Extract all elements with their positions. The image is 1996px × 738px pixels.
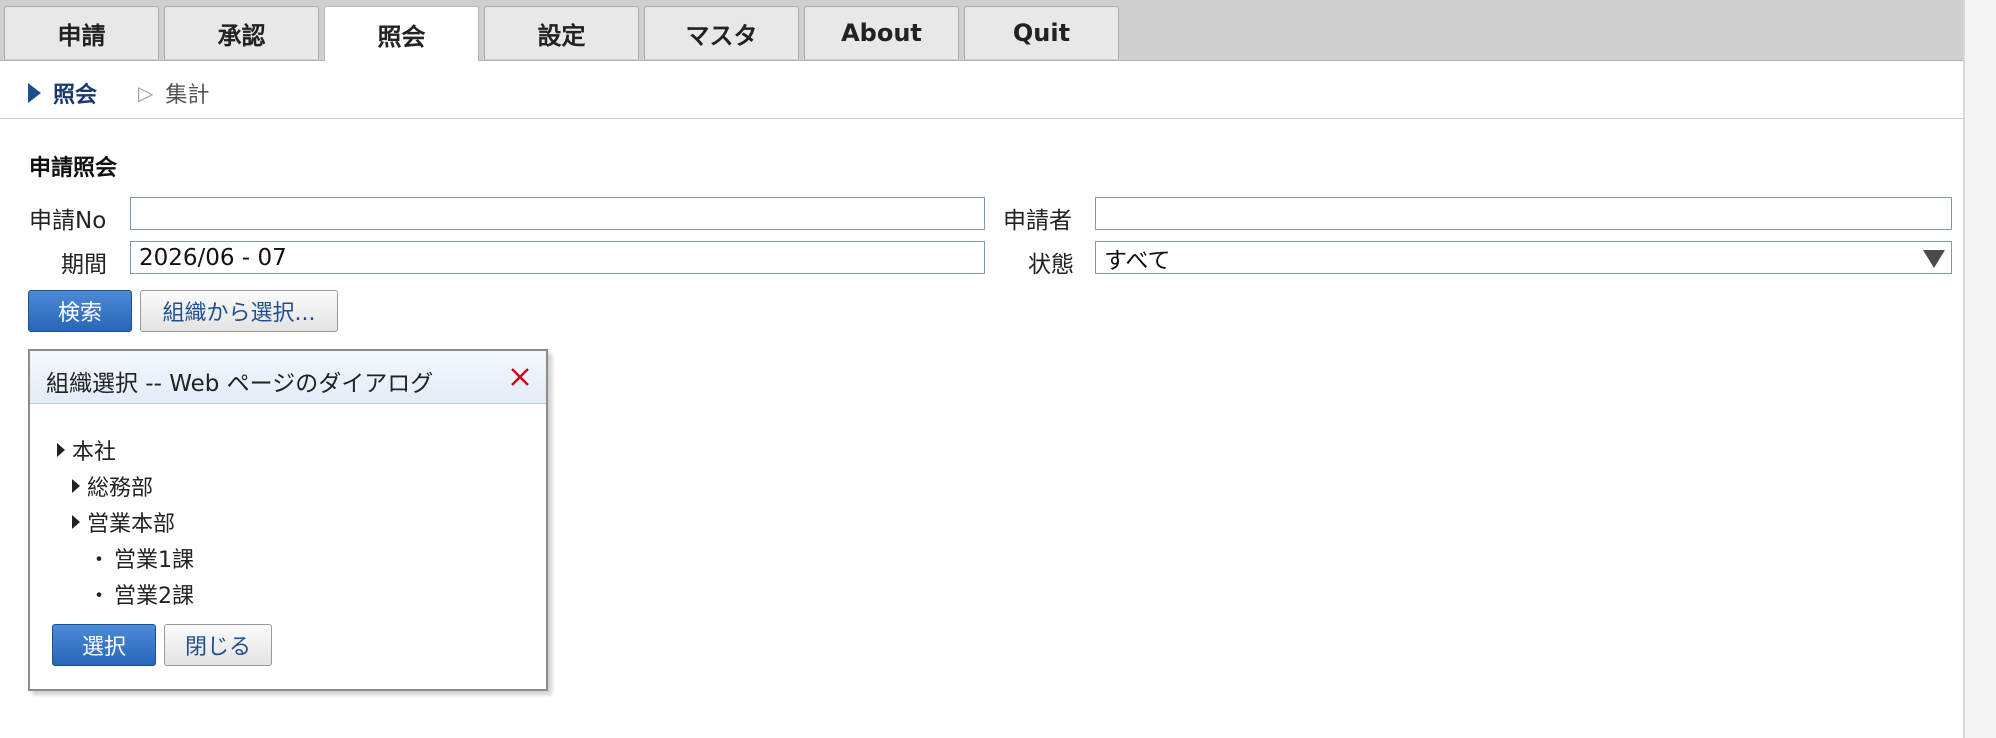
subnav-item-label: 照会	[53, 83, 98, 108]
sub-navigation: 照会 ▷ 集計	[0, 61, 1963, 119]
select-from-organization-button[interactable]: 組織から選択...	[140, 290, 338, 332]
main-tab-bar: 申請 承認 照会 設定 マスタ About Quit	[0, 0, 1963, 61]
tab-settings[interactable]: 設定	[484, 6, 639, 59]
tab-approval[interactable]: 承認	[164, 6, 319, 59]
expand-arrow-icon[interactable]	[57, 443, 65, 457]
tree-node-head-office[interactable]: 本社	[57, 434, 116, 466]
tree-node-sales-hq[interactable]: 営業本部	[72, 506, 175, 538]
applicant-label: 申請者	[1003, 208, 1072, 234]
triangle-right-filled-icon	[28, 83, 41, 103]
page: 申請 承認 照会 設定 マスタ About Quit 照会 ▷ 集計 申請照会 …	[0, 0, 1965, 738]
expand-arrow-icon[interactable]	[72, 515, 80, 529]
tree-node-label: 本社	[72, 440, 117, 465]
status-select[interactable]: すべて	[1095, 241, 1952, 274]
tab-quit[interactable]: Quit	[964, 6, 1119, 59]
tree-node-label: 営業1課	[114, 548, 195, 573]
period-input[interactable]: 2026/06 - 07	[130, 241, 985, 274]
close-button[interactable]: 閉じる	[164, 624, 272, 666]
application-no-label: 申請No	[29, 208, 107, 234]
search-button[interactable]: 検索	[28, 290, 132, 332]
dropdown-arrow-icon[interactable]	[1923, 250, 1945, 268]
tree-node-label: 総務部	[87, 476, 154, 501]
applicant-input[interactable]	[1095, 197, 1952, 230]
tab-application[interactable]: 申請	[4, 6, 159, 59]
application-no-input[interactable]	[130, 197, 985, 230]
tab-about[interactable]: About	[804, 6, 959, 59]
tab-master[interactable]: マスタ	[644, 6, 799, 59]
subnav-item-summary[interactable]: ▷ 集計	[138, 77, 209, 109]
subnav-item-inquiry[interactable]: 照会	[28, 77, 97, 109]
triangle-right-outline-icon: ▷	[138, 81, 154, 105]
tab-inquiry[interactable]: 照会	[324, 6, 479, 61]
period-label: 期間	[61, 252, 107, 278]
status-select-value: すべて	[1104, 247, 1171, 274]
app-window: 申請 承認 照会 設定 マスタ About Quit 照会 ▷ 集計 申請照会 …	[0, 0, 1996, 738]
dialog-title: 組織選択 -- Web ページのダイアログ	[46, 371, 434, 397]
dialog-header: 組織選択 -- Web ページのダイアログ	[30, 351, 546, 404]
bullet-icon: ・	[88, 584, 111, 609]
organization-select-dialog: 組織選択 -- Web ページのダイアログ 本社 総務部 営業本部 ・ 営業1課…	[28, 349, 548, 691]
close-icon[interactable]	[508, 365, 532, 389]
bullet-icon: ・	[88, 548, 111, 573]
tree-node-sales-section-1[interactable]: ・ 営業1課	[88, 542, 194, 574]
tree-node-label: 営業本部	[87, 512, 176, 537]
select-button[interactable]: 選択	[52, 624, 156, 666]
status-label: 状態	[1028, 252, 1074, 278]
expand-arrow-icon[interactable]	[72, 479, 80, 493]
section-title: 申請照会	[29, 156, 118, 181]
scrollbar-area[interactable]	[1965, 0, 1996, 738]
tree-node-sales-section-2[interactable]: ・ 営業2課	[88, 578, 194, 610]
tree-node-label: 営業2課	[114, 584, 195, 609]
tree-node-general-affairs[interactable]: 総務部	[72, 470, 153, 502]
subnav-item-label: 集計	[165, 83, 210, 108]
